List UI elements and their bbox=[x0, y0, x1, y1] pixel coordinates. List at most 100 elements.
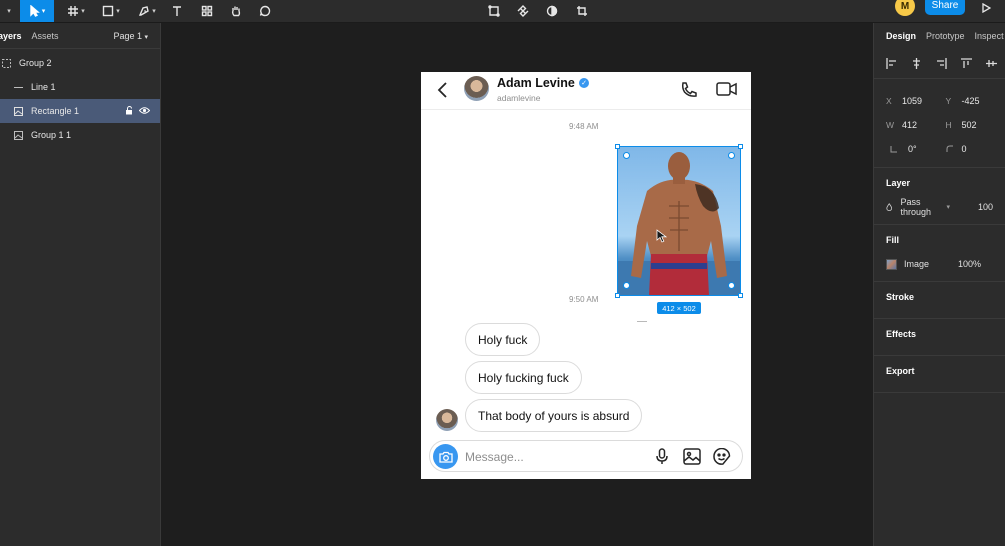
vector-edit-icon bbox=[488, 5, 500, 17]
message-bubble: That body of yours is absurd bbox=[465, 399, 643, 432]
verified-badge-icon: ✓ bbox=[579, 78, 589, 88]
align-left-icon[interactable] bbox=[886, 58, 897, 69]
eye-icon[interactable] bbox=[139, 106, 150, 115]
left-panel-tabs: ayers Assets Page 1 ▾ bbox=[0, 23, 160, 49]
fill-type-label[interactable]: Image bbox=[904, 259, 929, 269]
text-tool-button[interactable] bbox=[168, 0, 186, 22]
gallery-button[interactable] bbox=[683, 448, 701, 470]
chat-header: Adam Levine ✓ adamlevine bbox=[421, 72, 751, 110]
chat-contact-username: adamlevine bbox=[497, 93, 541, 103]
tab-layers[interactable]: ayers bbox=[0, 31, 22, 41]
timestamp: 9:48 AM bbox=[569, 122, 599, 131]
phone-call-icon[interactable] bbox=[679, 80, 699, 100]
mask-contrast-icon bbox=[546, 5, 558, 17]
layer-section: Layer Pass through ▾ 100 bbox=[874, 168, 1005, 225]
chat-contact-name: Adam Levine bbox=[497, 76, 575, 90]
align-right-icon[interactable] bbox=[936, 58, 947, 69]
effects-section-title: Effects bbox=[886, 329, 917, 339]
image-selection-box bbox=[617, 146, 741, 296]
message-bubble: Holy fucking fuck bbox=[465, 361, 582, 394]
profile-avatar[interactable] bbox=[464, 76, 489, 101]
resize-handle-tr[interactable] bbox=[738, 144, 743, 149]
blend-mode-select[interactable]: Pass through bbox=[900, 197, 943, 217]
height-field[interactable]: H 502 bbox=[946, 120, 1005, 130]
resize-handle-bl[interactable] bbox=[615, 293, 620, 298]
corner-radius-handle[interactable] bbox=[623, 152, 630, 159]
mask-button[interactable] bbox=[543, 0, 561, 22]
sticker-button[interactable] bbox=[713, 447, 731, 470]
resize-handle-tl[interactable] bbox=[615, 144, 620, 149]
layer-row-group-2[interactable]: Group 2 bbox=[0, 51, 160, 75]
camera-button[interactable] bbox=[433, 444, 458, 469]
hand-tool-button[interactable] bbox=[227, 0, 245, 22]
unlock-icon[interactable] bbox=[125, 106, 134, 115]
fill-opacity-field[interactable]: 100% bbox=[958, 259, 981, 269]
move-tool-button[interactable]: ▾ bbox=[20, 0, 54, 22]
message-bubble: Holy fuck bbox=[465, 323, 541, 356]
rotation-angle-icon bbox=[890, 146, 897, 153]
layer-section-title: Layer bbox=[886, 178, 911, 188]
main-menu-button[interactable]: ▾ bbox=[0, 0, 16, 22]
page-selector[interactable]: Page 1 ▾ bbox=[113, 31, 148, 41]
tab-prototype[interactable]: Prototype bbox=[926, 31, 965, 41]
comment-tool-button[interactable] bbox=[256, 0, 274, 22]
image-layer-icon bbox=[14, 130, 23, 140]
stroke-section-title: Stroke bbox=[886, 292, 915, 302]
alignment-toolbar bbox=[874, 49, 1005, 79]
line-1[interactable] bbox=[637, 321, 647, 322]
resize-handle-br[interactable] bbox=[738, 293, 743, 298]
align-horizontal-center-icon[interactable] bbox=[911, 58, 922, 69]
resources-tool-button[interactable] bbox=[198, 0, 216, 22]
layer-row-rectangle-1[interactable]: Rectangle 1 bbox=[0, 99, 160, 123]
share-button[interactable]: Share bbox=[925, 0, 965, 15]
export-section-title: Export bbox=[886, 366, 915, 376]
message-input[interactable] bbox=[465, 448, 645, 466]
fill-image-thumbnail[interactable] bbox=[886, 258, 897, 270]
width-field[interactable]: W 412 bbox=[886, 120, 946, 130]
transform-properties: X 1059 Y -425 W 412 H 502 0° 0 bbox=[874, 79, 1005, 168]
chevron-down-icon: ▾ bbox=[41, 8, 46, 15]
video-call-icon[interactable] bbox=[716, 81, 738, 97]
edit-object-button[interactable] bbox=[485, 0, 503, 22]
component-diamond-icon bbox=[517, 5, 529, 17]
blend-drop-icon bbox=[886, 203, 893, 212]
align-top-icon[interactable] bbox=[961, 58, 972, 69]
shape-tool-button[interactable]: ▾ bbox=[97, 0, 125, 22]
tab-design[interactable]: Design bbox=[886, 31, 916, 41]
tab-inspect[interactable]: Inspect bbox=[975, 31, 1004, 41]
frame-tool-button[interactable]: ▾ bbox=[62, 0, 90, 22]
back-arrow-icon[interactable] bbox=[436, 81, 450, 99]
y-field[interactable]: Y -425 bbox=[946, 96, 1005, 106]
instagram-dm-mockup[interactable]: Adam Levine ✓ adamlevine 9:48 AM 9:50 AM… bbox=[421, 72, 751, 479]
corner-radius-handle[interactable] bbox=[728, 282, 735, 289]
layer-row-line-1[interactable]: Line 1 bbox=[0, 75, 160, 99]
chevron-down-icon: ▾ bbox=[81, 8, 85, 15]
fill-section: Fill Image 100% bbox=[874, 225, 1005, 282]
pen-tool-button[interactable]: ▾ bbox=[133, 0, 161, 22]
chevron-down-icon: ▾ bbox=[946, 204, 950, 211]
corner-radius-handle[interactable] bbox=[728, 152, 735, 159]
align-vertical-center-icon[interactable] bbox=[986, 58, 997, 69]
sender-avatar bbox=[436, 409, 458, 431]
user-avatar[interactable]: M bbox=[895, 0, 915, 16]
chevron-down-icon: ▾ bbox=[144, 34, 148, 41]
right-panel-tabs: Design Prototype Inspect bbox=[874, 23, 1005, 49]
rotation-field[interactable]: 0° bbox=[886, 144, 946, 154]
corner-radius-icon bbox=[946, 145, 953, 152]
chevron-down-icon: ▾ bbox=[7, 8, 11, 15]
crop-button[interactable] bbox=[573, 0, 591, 22]
frame-hash-icon bbox=[68, 6, 79, 16]
create-component-button[interactable] bbox=[514, 0, 532, 22]
layer-row-group-1-1[interactable]: Group 1 1 bbox=[0, 123, 160, 147]
stroke-section[interactable]: Stroke bbox=[874, 282, 1005, 319]
present-button[interactable] bbox=[981, 0, 995, 14]
tab-assets[interactable]: Assets bbox=[32, 31, 59, 41]
corner-radius-handle[interactable] bbox=[623, 282, 630, 289]
x-field[interactable]: X 1059 bbox=[886, 96, 946, 106]
layer-opacity-field[interactable]: 100 bbox=[978, 202, 993, 212]
pen-icon bbox=[139, 6, 150, 16]
export-section[interactable]: Export bbox=[874, 356, 1005, 393]
effects-section[interactable]: Effects bbox=[874, 319, 1005, 356]
corner-radius-field[interactable]: 0 bbox=[946, 144, 1005, 154]
microphone-button[interactable] bbox=[656, 448, 668, 470]
